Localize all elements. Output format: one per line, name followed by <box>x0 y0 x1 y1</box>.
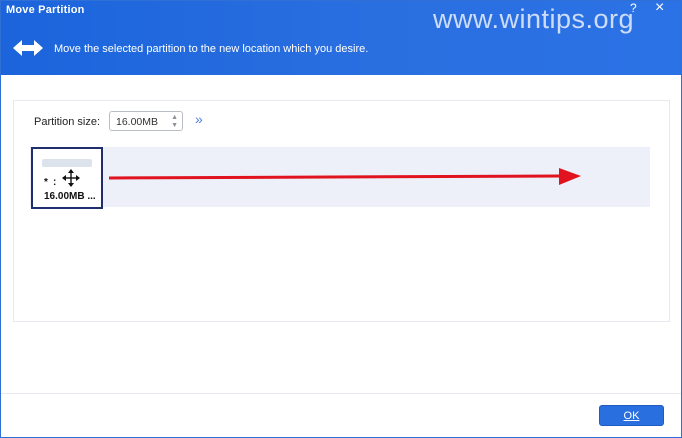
partition-size-value[interactable]: 16.00MB <box>116 116 158 128</box>
close-button[interactable]: × <box>655 1 664 17</box>
partition-usage-bar <box>42 159 92 167</box>
watermark: www.wintips.org <box>433 4 635 34</box>
partition-size-label: Partition size: <box>34 116 101 128</box>
move-partition-dialog: Move Partition www.wintips.org ? × Move … <box>0 0 682 438</box>
red-arrow-annotation <box>109 168 581 185</box>
move-left-right-icon <box>13 40 43 56</box>
partition-panel: Partition size: 16.00MB ▲ ▼ » * : 16.00M… <box>13 100 670 322</box>
spin-up-icon[interactable]: ▲ <box>171 114 178 121</box>
footer-divider <box>1 393 681 394</box>
help-button[interactable]: ? <box>630 1 637 15</box>
expand-chevron-icon[interactable]: » <box>195 111 203 127</box>
partition-drive-colon: : <box>53 177 57 188</box>
dialog-title: Move Partition <box>6 4 85 16</box>
move-cursor-icon <box>62 169 80 187</box>
partition-size-input[interactable]: 16.00MB ▲ ▼ <box>109 111 183 131</box>
partition-block[interactable]: * : 16.00MB ... <box>31 147 103 209</box>
dialog-subtitle: Move the selected partition to the new l… <box>54 43 369 55</box>
spin-down-icon[interactable]: ▼ <box>171 122 178 129</box>
ok-button[interactable]: OK <box>599 405 664 426</box>
dialog-header: Move Partition www.wintips.org ? × Move … <box>1 1 681 75</box>
partition-drive-letter: * <box>44 177 48 188</box>
partition-size-text: 16.00MB ... <box>44 191 96 202</box>
